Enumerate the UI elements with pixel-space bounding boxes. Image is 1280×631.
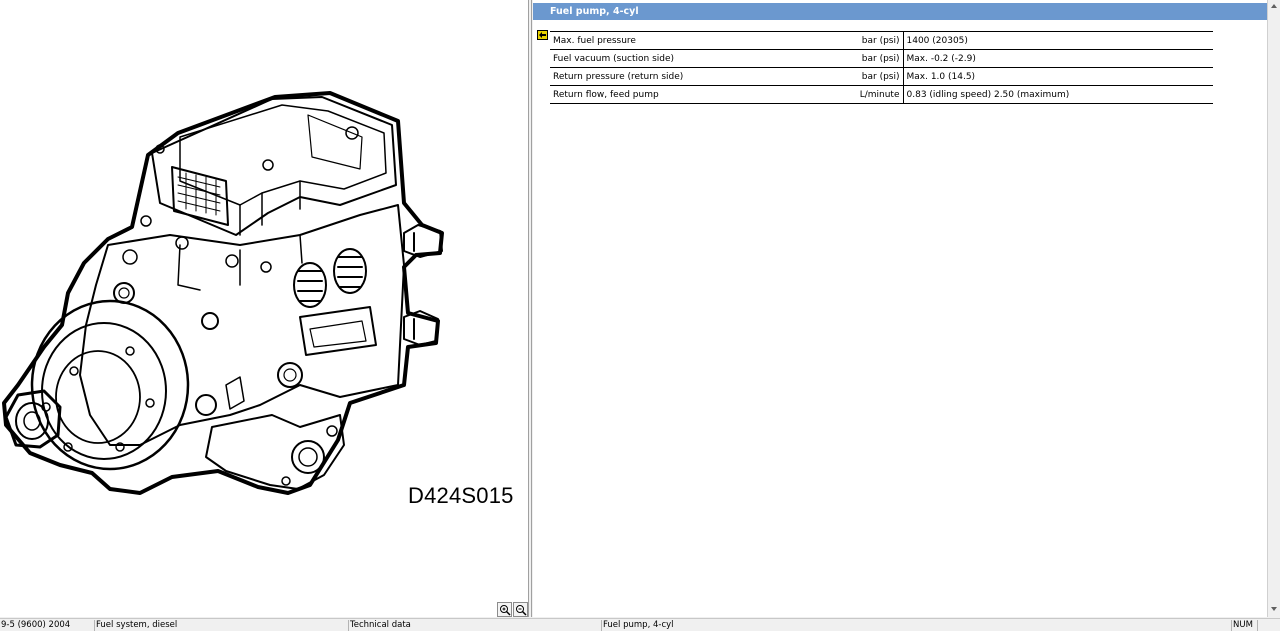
spec-value: 0.83 (idling speed) 2.50 (maximum): [903, 85, 1213, 104]
illustration-pane: D424S015: [0, 0, 529, 617]
document-pane: Fuel pump, 4-cyl Max. fuel pressure bar (…: [533, 0, 1267, 617]
pane-splitter[interactable]: [529, 0, 532, 617]
spec-label: Max. fuel pressure: [550, 31, 853, 50]
spec-value: Max. -0.2 (-2.9): [903, 49, 1213, 68]
spec-unit: bar (psi): [853, 67, 904, 86]
status-section: Technical data: [349, 620, 602, 631]
scroll-up-icon[interactable]: [1271, 4, 1277, 8]
spec-label: Fuel vacuum (suction side): [550, 49, 853, 68]
spec-unit: bar (psi): [853, 49, 904, 68]
zoom-in-icon: [500, 605, 511, 616]
illustration-code: D424S015: [408, 483, 514, 508]
table-row: Return flow, feed pump L/minute 0.83 (idli…: [550, 85, 1213, 104]
status-topic: Fuel pump, 4-cyl: [602, 620, 1232, 631]
zoom-in-button[interactable]: [497, 602, 512, 617]
spec-value: Max. 1.0 (14.5): [903, 67, 1213, 86]
spec-unit: L/minute: [853, 85, 904, 104]
spec-unit: bar (psi): [853, 31, 904, 50]
table-row: Max. fuel pressure bar (psi) 1400 (20305): [550, 31, 1213, 50]
back-arrow-icon[interactable]: [537, 30, 548, 40]
status-system: Fuel system, diesel: [95, 620, 349, 631]
table-row: Return pressure (return side) bar (psi) Ma…: [550, 67, 1213, 86]
table-row: Fuel vacuum (suction side) bar (psi) Max. …: [550, 49, 1213, 68]
status-bar: 9-5 (9600) 2004 Fuel system, diesel Tech…: [0, 618, 1280, 631]
status-num-indicator: NUM: [1232, 620, 1258, 631]
spec-label: Return pressure (return side): [550, 67, 853, 86]
document-title: Fuel pump, 4-cyl: [533, 3, 1267, 20]
status-model: 9-5 (9600) 2004: [0, 620, 95, 631]
fuel-pump-illustration: [2, 91, 444, 495]
scroll-down-icon[interactable]: [1271, 607, 1277, 611]
zoom-out-button[interactable]: [513, 602, 528, 617]
spec-table: Max. fuel pressure bar (psi) 1400 (20305) F…: [550, 31, 1213, 104]
spec-label: Return flow, feed pump: [550, 85, 853, 104]
spec-value: 1400 (20305): [903, 31, 1213, 50]
vertical-scrollbar[interactable]: [1267, 0, 1280, 617]
zoom-out-icon: [516, 605, 527, 616]
